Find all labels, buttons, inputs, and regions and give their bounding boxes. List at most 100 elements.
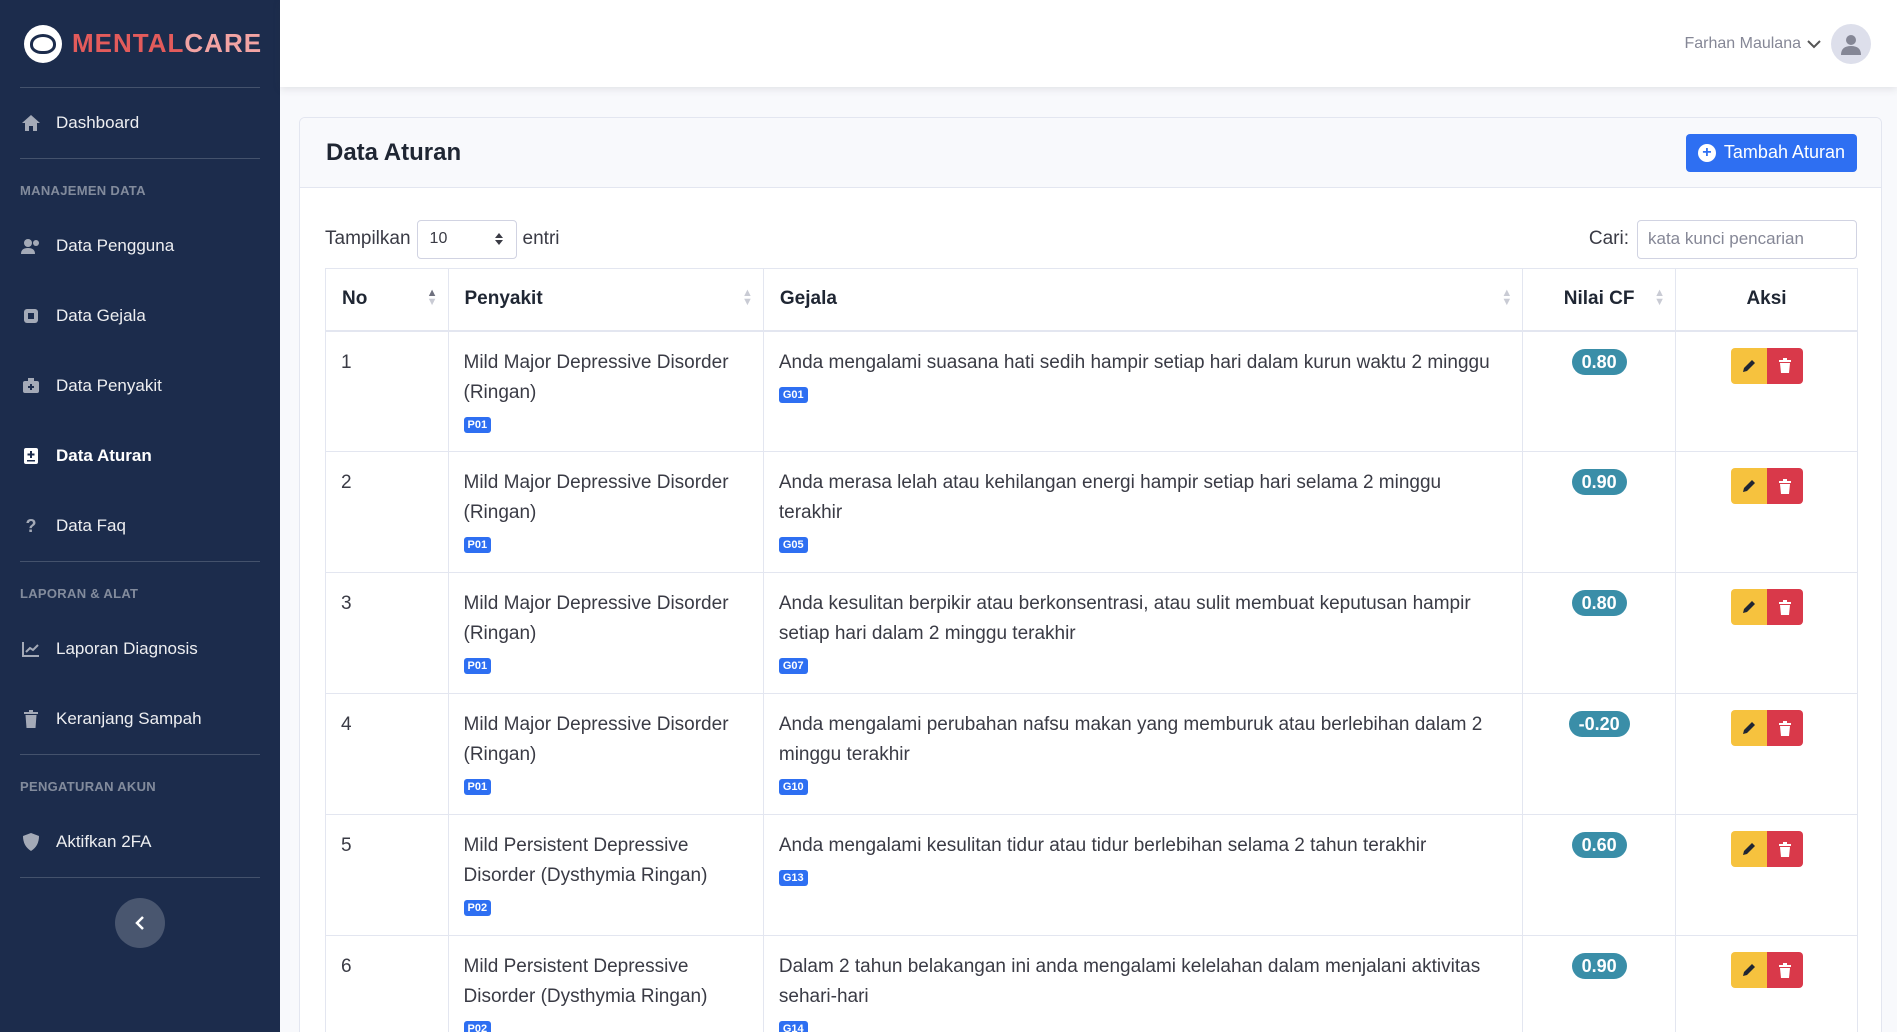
sidebar-item-data-gejala[interactable]: Data Gejala [0, 281, 280, 351]
user-name: Farhan Maulana [1684, 34, 1801, 52]
brand[interactable]: MENTALCARE [0, 0, 280, 87]
symptom-text: Anda mengalami perubahan nafsu makan yan… [778, 714, 1483, 765]
delete-button[interactable] [1766, 710, 1803, 746]
sidebar-item-data-aturan[interactable]: Data Aturan [0, 421, 280, 491]
pencil-icon [1742, 964, 1755, 976]
sidebar-item-keranjang-sampah[interactable]: Keranjang Sampah [0, 684, 280, 754]
cell-penyakit: Mild Major Depressive Disorder (Ringan) … [447, 693, 764, 815]
table-controls: Tampilkan 10 entri Cari: [300, 188, 1881, 266]
sidebar-item-label: Data Gejala [56, 306, 146, 325]
card-header: Data Aturan + Tambah Aturan [300, 118, 1881, 188]
cell-penyakit: Mild Persistent Depressive Disorder (Dys… [447, 935, 764, 1032]
cell-penyakit: Mild Major Depressive Disorder (Ringan) … [447, 330, 764, 452]
sidebar-item-label: Data Penyakit [56, 376, 162, 395]
pencil-icon [1742, 359, 1755, 372]
search-input[interactable] [1637, 219, 1857, 259]
column-header-nilai-cf[interactable]: Nilai CF ▲ ▼ [1522, 268, 1677, 332]
sidebar-item-label: Keranjang Sampah [56, 709, 202, 728]
cell-aksi [1675, 935, 1858, 1032]
cell-gejala: Anda mengalami kesulitan tidur atau tidu… [762, 814, 1524, 936]
action-buttons [1730, 468, 1803, 504]
cf-value-badge: 0.80 [1571, 348, 1627, 375]
sidebar-section-heading: MANAJEMEN DATA [20, 183, 146, 198]
pencil-icon [1742, 722, 1755, 734]
delete-button[interactable] [1766, 468, 1803, 504]
symptom-text: Anda mengalami kesulitan tidur atau tidu… [778, 835, 1427, 856]
trash-icon [1778, 962, 1791, 978]
cell-no: 3 [325, 572, 449, 694]
shield-icon [20, 831, 42, 853]
sort-arrows-icon [494, 233, 503, 245]
table-body: 1 Mild Major Depressive Disorder (Ringan… [325, 330, 1858, 1032]
symptom-text: Anda kesulitan berpikir atau berkonsentr… [778, 593, 1471, 644]
column-header-penyakit[interactable]: Penyakit ▲ ▼ [447, 268, 764, 332]
trash-icon [1778, 358, 1791, 373]
table-row: 4 Mild Major Depressive Disorder (Ringan… [325, 693, 1858, 815]
delete-button[interactable] [1766, 589, 1803, 625]
page-length-select[interactable]: 10 [416, 219, 517, 259]
action-buttons [1730, 952, 1803, 988]
symptom-text: Anda mengalami suasana hati sedih hampir… [778, 351, 1490, 373]
cell-no: 5 [325, 814, 449, 936]
cell-aksi [1675, 451, 1858, 573]
page-length-control: Tampilkan 10 entri [325, 219, 560, 259]
sidebar-item-laporan-diagnosis[interactable]: Laporan Diagnosis [0, 614, 280, 684]
sidebar-item-aktifkan-2fa[interactable]: Aktifkan 2FA [0, 807, 280, 877]
cell-aksi [1675, 572, 1858, 694]
edit-button[interactable] [1730, 589, 1767, 625]
cell-aksi [1675, 330, 1858, 452]
edit-button[interactable] [1730, 347, 1767, 384]
add-rule-label: Tambah Aturan [1723, 142, 1845, 162]
user-menu[interactable]: Farhan Maulana [1684, 35, 1821, 53]
trash-icon [1778, 841, 1791, 857]
column-header-gejala[interactable]: Gejala ▲ ▼ [762, 268, 1524, 332]
page-length-value: 10 [429, 230, 448, 247]
chart-icon [20, 638, 42, 660]
delete-button[interactable] [1766, 831, 1803, 867]
symptom-text: Dalam 2 tahun belakangan ini anda mengal… [778, 956, 1481, 1007]
sidebar-item-data-penyakit[interactable]: Data Penyakit [0, 351, 280, 421]
sort-icon: ▲ ▼ [1501, 287, 1513, 308]
column-header-no[interactable]: No ▲ ▼ [325, 268, 449, 332]
symptom-text: Anda merasa lelah atau kehilangan energi… [778, 472, 1442, 523]
cell-gejala: Anda mengalami suasana hati sedih hampir… [762, 330, 1524, 452]
action-buttons [1730, 589, 1803, 625]
trash-icon [20, 708, 42, 730]
avatar[interactable] [1831, 23, 1871, 64]
delete-button[interactable] [1766, 347, 1803, 384]
sort-icon: ▲ ▼ [1654, 287, 1666, 308]
sidebar-item-dashboard[interactable]: Dashboard [0, 88, 280, 158]
add-rule-button[interactable]: + Tambah Aturan [1685, 133, 1857, 172]
page-title: Data Aturan [326, 138, 462, 166]
disease-code-badge: P01 [463, 779, 492, 795]
cf-value-badge: 0.60 [1571, 832, 1627, 858]
sidebar-item-data-faq[interactable]: ? Data Faq [0, 491, 280, 561]
disease-name: Mild Major Depressive Disorder (Ringan) [463, 714, 729, 765]
edit-button[interactable] [1730, 831, 1767, 867]
sidebar-item-label: Data Aturan [56, 446, 152, 465]
disease-code-badge: P02 [463, 1021, 492, 1032]
disease-code-badge: P01 [463, 537, 492, 553]
table-row: 5 Mild Persistent Depressive Disorder (D… [325, 814, 1858, 936]
delete-button[interactable] [1766, 952, 1803, 988]
edit-button[interactable] [1730, 468, 1767, 504]
cell-gejala: Dalam 2 tahun belakangan ini anda mengal… [762, 935, 1524, 1032]
symptom-code-badge: G10 [778, 779, 808, 795]
edit-button[interactable] [1730, 952, 1767, 988]
sidebar-section-heading: PENGATURAN AKUN [20, 779, 156, 794]
sidebar-toggle-button[interactable] [115, 898, 165, 948]
sidebar: MENTALCARE Dashboard MANAJEMEN DATA Data… [0, 0, 280, 1032]
cell-gejala: Anda merasa lelah atau kehilangan energi… [762, 451, 1524, 573]
sidebar-item-data-pengguna[interactable]: Data Pengguna [0, 211, 280, 281]
cell-nilai-cf: 0.80 [1522, 572, 1677, 694]
sidebar-item-label: Laporan Diagnosis [56, 639, 198, 658]
cell-nilai-cf: -0.20 [1522, 693, 1677, 815]
table-row: 1 Mild Major Depressive Disorder (Ringan… [325, 330, 1858, 452]
cf-value-badge: -0.20 [1568, 711, 1630, 737]
plus-circle-icon: + [1697, 143, 1716, 162]
home-icon [20, 112, 42, 134]
cell-gejala: Anda kesulitan berpikir atau berkonsentr… [762, 572, 1524, 694]
rules-table: No ▲ ▼ Penyakit ▲ ▼ Gejala ▲ ▼ Nilai CF ▲ ▼ Aksi… [325, 268, 1858, 1032]
edit-button[interactable] [1730, 710, 1767, 746]
show-label: Tampilkan [325, 228, 411, 249]
